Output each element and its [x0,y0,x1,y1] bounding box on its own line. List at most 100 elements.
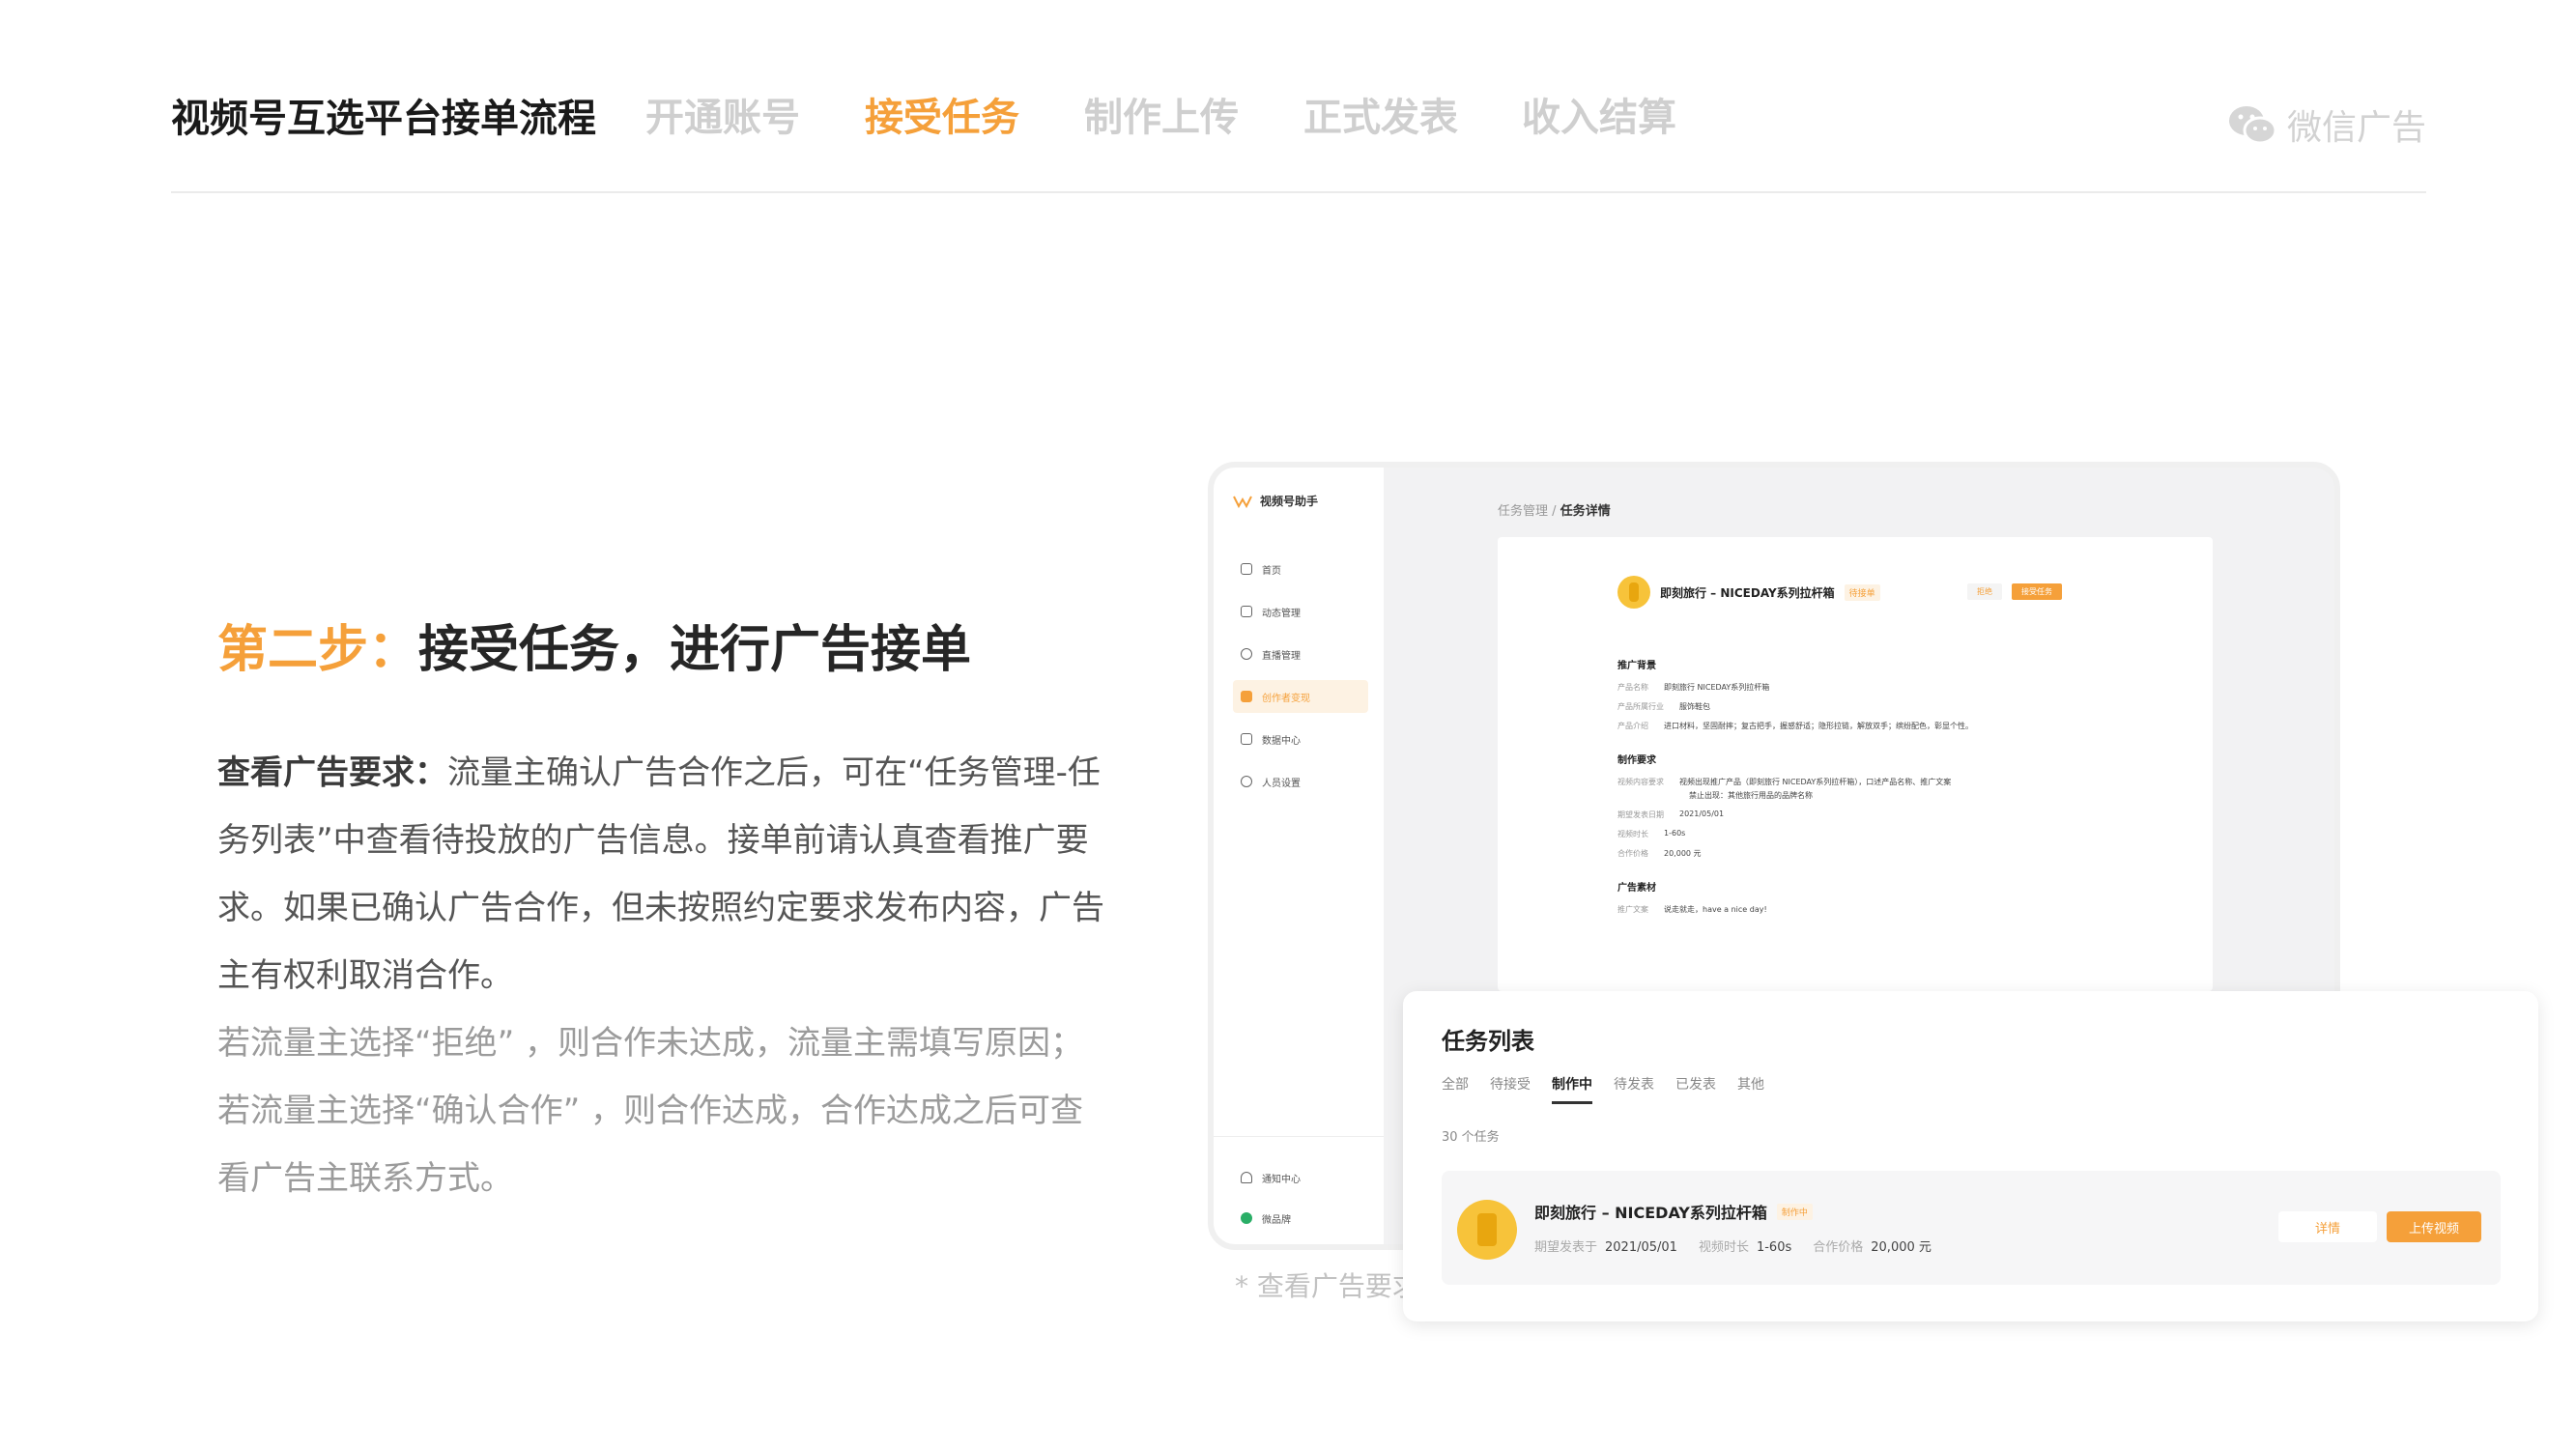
mock-app-name: 视频号助手 [1260,495,1319,508]
meta-value: 20,000 元 [1871,1240,1932,1255]
camera-icon [1241,606,1252,617]
field-label: 视频时长 [1617,830,1648,838]
tab-in-production[interactable]: 制作中 [1552,1074,1592,1104]
mock-nav-label: 通知中心 [1262,1174,1301,1185]
mock-nav-label: 微品牌 [1262,1214,1291,1226]
mock-task-detail: 即刻旅行 – NICEDAY系列拉杆箱 待接单 拒绝 接受任务 推广背景 产品名… [1498,537,2213,991]
step-tab-settlement[interactable]: 收入结算 [1522,92,1676,144]
mock-nav-brand[interactable]: 微品牌 [1233,1202,1368,1235]
page-header: 视频号互选平台接单流程 开通账号 接受任务 制作上传 正式发表 收入结算 微信广… [171,92,2426,193]
product-thumbnail [1617,576,1650,609]
mock-nav-monetize[interactable]: 创作者变现 [1233,680,1368,713]
mock-accept-button[interactable]: 接受任务 [2012,583,2062,600]
mock-product-header: 即刻旅行 – NICEDAY系列拉杆箱 待接单 [1617,576,1880,609]
meta-value: 2021/05/01 [1605,1240,1677,1255]
task-list-title: 任务列表 [1442,1028,1534,1055]
app-logo-icon [1233,496,1252,508]
detail-button[interactable]: 详情 [2278,1211,2377,1242]
task-duration: 视频时长 1-60s [1699,1236,1791,1255]
mock-field-date: 期望发表日期 2021/05/01 [1617,810,1724,820]
meta-label: 合作价格 [1813,1240,1864,1255]
mock-section-requirements: 制作要求 [1617,755,1656,766]
field-label: 产品介绍 [1617,722,1648,730]
mock-nav-posts[interactable]: 动态管理 [1233,595,1368,628]
meta-label: 期望发表于 [1534,1240,1598,1255]
field-value: 服饰鞋包 [1679,702,1710,711]
step-label: 第二步： [217,621,419,679]
field-value: 20,000 元 [1664,849,1702,858]
step-tab-accept-task[interactable]: 接受任务 [865,92,1019,144]
task-count: 30 个任务 [1442,1130,1500,1145]
field-value: 进口材料，坚固耐摔；复古把手，握感舒适；隐形拉链，解放双手；缤纷配色，彰显个性。 [1664,722,1973,730]
breadcrumb-current: 任务详情 [1560,504,1611,519]
home-icon [1241,563,1252,575]
mock-nav-label: 人员设置 [1262,778,1301,789]
step-heading: 第二步：接受任务，进行广告接单 [217,615,971,685]
step-tab-publish[interactable]: 正式发表 [1303,92,1458,144]
mock-nav-label: 首页 [1262,565,1281,577]
mock-detail-actions: 拒绝 接受任务 [1967,583,2062,600]
field-label: 产品所属行业 [1617,702,1664,711]
tab-all[interactable]: 全部 [1442,1074,1469,1104]
task-date: 期望发表于 2021/05/01 [1534,1236,1677,1255]
breadcrumb-parent[interactable]: 任务管理 [1498,504,1548,519]
mock-field-industry: 产品所属行业 服饰鞋包 [1617,701,1710,712]
task-status-badge: 制作中 [1776,1203,1813,1220]
task-list-card: 任务列表 全部 待接受 制作中 待发表 已发表 其他 30 个任务 即刻旅行 –… [1403,991,2538,1321]
mock-status-tag: 待接单 [1844,583,1880,601]
mock-section-background: 推广背景 [1617,661,1656,671]
mock-reject-button[interactable]: 拒绝 [1967,583,2002,600]
field-label: 期望发表日期 [1617,810,1664,819]
mock-nav-label: 数据中心 [1262,735,1301,747]
mock-product-name: 即刻旅行 – NICEDAY系列拉杆箱 [1660,585,1835,600]
brand-name: 微信广告 [2286,108,2426,148]
mock-field-intro: 产品介绍 进口材料，坚固耐摔；复古把手，握感舒适；隐形拉链，解放双手；缤纷配色，彰… [1617,721,1973,731]
task-name-line: 即刻旅行 – NICEDAY系列拉杆箱 制作中 [1534,1200,1813,1223]
mock-field-content-extra: 禁止出现：其他旅行用品的品牌名称 [1689,790,1813,801]
mock-nav-notifications[interactable]: 通知中心 [1233,1161,1368,1194]
step-tab-open-account[interactable]: 开通账号 [645,92,800,144]
field-label: 合作价格 [1617,849,1648,858]
upload-video-button[interactable]: 上传视频 [2387,1211,2481,1242]
task-price: 合作价格 20,000 元 [1813,1236,1932,1255]
step-description: 查看广告要求：流量主确认广告合作之后，可在“任务管理-任务列表”中查看待投放的广… [217,739,1106,1212]
meta-value: 1-60s [1756,1240,1792,1255]
field-value: 禁止出现：其他旅行用品的品牌名称 [1689,791,1813,800]
task-row[interactable]: 即刻旅行 – NICEDAY系列拉杆箱 制作中 期望发表于 2021/05/01 … [1442,1171,2501,1285]
field-label: 推广文案 [1617,905,1648,914]
mock-nav-members[interactable]: 人员设置 [1233,765,1368,798]
page-title: 视频号互选平台接单流程 [171,97,596,141]
mock-section-material: 广告素材 [1617,883,1656,894]
tab-to-publish[interactable]: 待发表 [1614,1074,1654,1104]
field-value: 2021/05/01 [1679,810,1725,818]
mock-field-copy: 推广文案 说走就走，have a nice day! [1617,904,1767,915]
step-tab-produce-upload[interactable]: 制作上传 [1084,92,1239,144]
live-icon [1241,648,1252,660]
tab-other[interactable]: 其他 [1737,1074,1764,1104]
mock-app-title: 视频号助手 [1233,493,1318,509]
meta-label: 视频时长 [1698,1240,1749,1255]
monetize-icon [1241,691,1252,702]
screenshot-caption: * 查看广告要求 [1235,1270,1419,1302]
brand-icon [1241,1212,1252,1224]
task-name: 即刻旅行 – NICEDAY系列拉杆箱 [1534,1204,1767,1222]
field-value: 即刻旅行 NICEDAY系列拉杆箱 [1664,683,1770,692]
mock-field-content: 视频内容要求 视频出现推广产品（即刻旅行 NICEDAY系列拉杆箱），口述产品名称… [1617,777,1951,787]
chart-icon [1241,733,1252,745]
field-value: 说走就走，have a nice day! [1664,905,1767,914]
users-icon [1241,776,1252,787]
description-lead: 查看广告要求： [217,753,447,792]
tab-published[interactable]: 已发表 [1675,1074,1716,1104]
field-label: 视频内容要求 [1617,778,1664,786]
mock-nav-live[interactable]: 直播管理 [1233,638,1368,670]
mock-nav-data[interactable]: 数据中心 [1233,723,1368,755]
field-value: 视频出现推广产品（即刻旅行 NICEDAY系列拉杆箱），口述产品名称、推广文案 [1679,778,1952,786]
mock-nav-home[interactable]: 首页 [1233,553,1368,585]
tab-pending[interactable]: 待接受 [1490,1074,1531,1104]
brand-logo: 微信广告 [2227,99,2426,150]
task-meta: 期望发表于 2021/05/01 视频时长 1-60s 合作价格 20,000 元 [1534,1236,1932,1255]
step-title: 接受任务，进行广告接单 [418,621,972,679]
mock-field-product: 产品名称 即刻旅行 NICEDAY系列拉杆箱 [1617,682,1769,693]
mock-field-duration: 视频时长 1-60s [1617,829,1685,839]
description-note: 若流量主选择“拒绝” ，则合作未达成，流量主需填写原因；若流量主选择“确认合作”… [217,1024,1084,1198]
